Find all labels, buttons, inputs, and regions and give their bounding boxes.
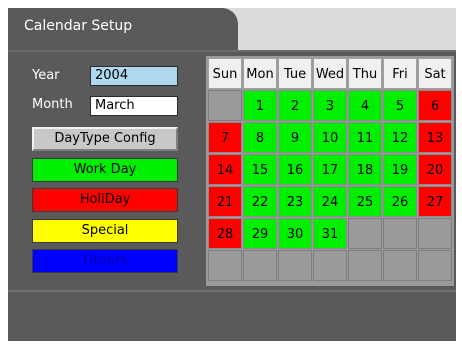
weekday-header: Thu xyxy=(348,58,382,89)
empty-day-cell xyxy=(313,250,347,281)
empty-day-cell xyxy=(348,250,382,281)
empty-day-cell xyxy=(383,250,417,281)
day-cell[interactable]: 23 xyxy=(278,186,312,217)
calendar-grid: Sun Mon Tue Wed Thu Fri Sat 1 2 3 4 5 6 7 8 9 10 11 12 13 14… xyxy=(206,56,454,286)
day-cell[interactable]: 9 xyxy=(278,122,312,153)
day-cell[interactable]: 29 xyxy=(243,218,277,249)
day-cell[interactable]: 30 xyxy=(278,218,312,249)
weekday-header: Tue xyxy=(278,58,312,89)
bottom-bar xyxy=(8,290,456,341)
empty-day-cell xyxy=(208,90,242,121)
others-button[interactable]: Others xyxy=(32,249,178,273)
day-cell[interactable]: 7 xyxy=(208,122,242,153)
day-cell[interactable]: 26 xyxy=(383,186,417,217)
day-cell[interactable]: 24 xyxy=(313,186,347,217)
month-label: Month xyxy=(32,97,73,112)
day-cell[interactable]: 12 xyxy=(383,122,417,153)
special-button[interactable]: Special xyxy=(32,219,178,243)
day-cell[interactable]: 5 xyxy=(383,90,417,121)
weekday-header: Mon xyxy=(243,58,277,89)
month-input[interactable]: March xyxy=(90,96,178,116)
day-cell[interactable]: 15 xyxy=(243,154,277,185)
day-cell[interactable]: 13 xyxy=(418,122,452,153)
weekday-header: Fri xyxy=(383,58,417,89)
day-cell[interactable]: 17 xyxy=(313,154,347,185)
day-cell[interactable]: 18 xyxy=(348,154,382,185)
day-cell[interactable]: 19 xyxy=(383,154,417,185)
calendar-setup-tab[interactable]: Calendar Setup xyxy=(8,8,238,52)
empty-day-cell xyxy=(418,250,452,281)
work-day-button[interactable]: Work Day xyxy=(32,158,178,182)
day-cell[interactable]: 31 xyxy=(313,218,347,249)
day-cell[interactable]: 6 xyxy=(418,90,452,121)
day-cell[interactable]: 10 xyxy=(313,122,347,153)
empty-day-cell xyxy=(208,250,242,281)
day-cell[interactable]: 11 xyxy=(348,122,382,153)
empty-day-cell xyxy=(243,250,277,281)
day-cell[interactable]: 2 xyxy=(278,90,312,121)
empty-day-cell xyxy=(383,218,417,249)
day-cell[interactable]: 22 xyxy=(243,186,277,217)
weekday-header: Sat xyxy=(418,58,452,89)
day-cell[interactable]: 27 xyxy=(418,186,452,217)
empty-day-cell xyxy=(418,218,452,249)
day-cell[interactable]: 28 xyxy=(208,218,242,249)
empty-day-cell xyxy=(278,250,312,281)
day-cell[interactable]: 1 xyxy=(243,90,277,121)
day-cell[interactable]: 20 xyxy=(418,154,452,185)
day-cell[interactable]: 21 xyxy=(208,186,242,217)
day-cell[interactable]: 16 xyxy=(278,154,312,185)
calendar-setup-window: Calendar Setup Year 2004 Month March Day… xyxy=(8,8,456,341)
weekday-header: Wed xyxy=(313,58,347,89)
holiday-button[interactable]: HoliDay xyxy=(32,188,178,212)
day-cell[interactable]: 14 xyxy=(208,154,242,185)
empty-day-cell xyxy=(348,218,382,249)
day-cell[interactable]: 4 xyxy=(348,90,382,121)
daytype-config-button[interactable]: DayType Config xyxy=(32,127,178,151)
weekday-header: Sun xyxy=(208,58,242,89)
year-input[interactable]: 2004 xyxy=(90,66,178,86)
day-cell[interactable]: 25 xyxy=(348,186,382,217)
panel-divider xyxy=(8,50,456,52)
window-title: Calendar Setup xyxy=(24,18,133,34)
day-cell[interactable]: 3 xyxy=(313,90,347,121)
year-label: Year xyxy=(32,68,60,83)
day-cell[interactable]: 8 xyxy=(243,122,277,153)
